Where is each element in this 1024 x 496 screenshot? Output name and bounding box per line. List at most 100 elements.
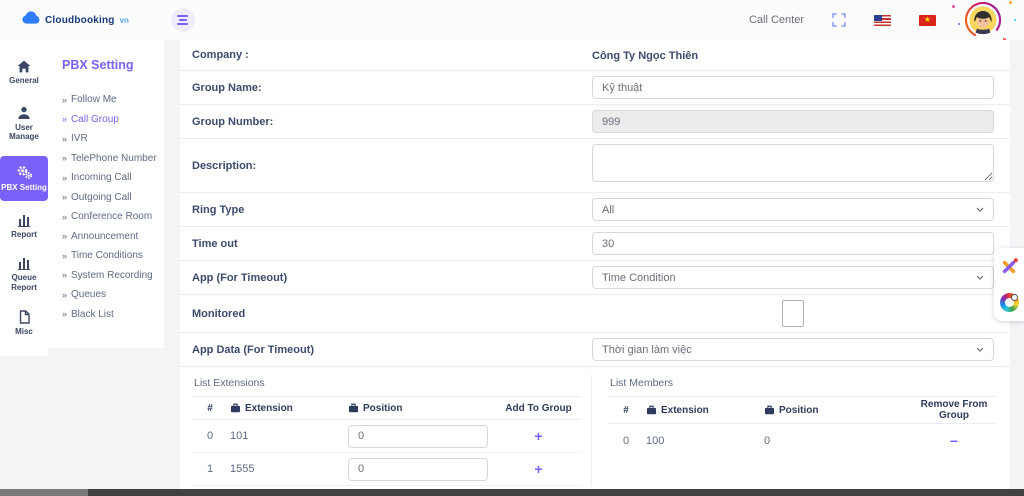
call-group-form: Company : Công Ty Ngọc Thiên Group Name:… [180,40,1010,490]
members-header-row: # Extension Position Remove From Group [608,396,996,424]
us-flag-icon[interactable] [874,15,891,26]
submenu-item-telephone-number[interactable]: »TelePhone Number [62,149,158,169]
app-data-timeout-row: App Data (For Timeout) Thời gian làm việ… [180,333,1010,367]
group-number-label: Group Number: [192,116,592,128]
rail-item-label: PBX Setting [1,183,47,193]
topbar: Cloudbooking vn Call Center ★ [0,0,1024,40]
ext-number: 101 [228,428,346,444]
avatar[interactable] [964,1,1002,39]
rail-item-misc[interactable]: Misc [0,304,48,343]
chevron-down-icon [976,275,984,280]
brand-logo[interactable]: Cloudbooking vn [22,11,129,29]
brand-suffix: vn [120,16,129,25]
rail-item-label: Queue Report [1,273,47,292]
ext-index: 1 [192,461,228,477]
briefcase-icon [764,405,775,415]
list-members-table: List Members # Extension Position Remove… [608,375,996,486]
submenu-item-time-conditions[interactable]: »Time Conditions [62,246,158,266]
brand-name: Cloudbooking [45,15,115,26]
submenu-item-ivr[interactable]: »IVR [62,129,158,149]
briefcase-icon [348,403,359,413]
submenu-item-call-group[interactable]: »Call Group [62,110,158,130]
briefcase-icon [230,403,241,413]
ring-type-select[interactable]: All [592,198,994,221]
monitored-label: Monitored [192,308,592,320]
ext-number: 1555 [228,461,346,477]
home-icon [17,60,31,73]
description-textarea[interactable] [592,144,994,182]
submenu-item-system-recording[interactable]: »System Recording [62,266,158,286]
extension-row: 0 101 + [192,420,581,453]
submenu-title: PBX Setting [62,58,158,72]
group-name-label: Group Name: [192,82,592,94]
add-to-group-button[interactable]: + [534,462,542,476]
ext-index: 0 [192,428,228,444]
time-out-label: Time out [192,238,592,250]
ring-type-label: Ring Type [192,204,592,216]
tools-icon[interactable] [999,257,1019,277]
rail-item-queue-report[interactable]: Queue Report [0,252,48,298]
monitored-checkbox[interactable] [782,300,804,327]
submenu-item-announcement[interactable]: »Announcement [62,227,158,247]
col-index: # [192,401,228,416]
rail-item-general[interactable]: General [0,54,48,92]
col-remove-from-group: Remove From Group [912,397,996,423]
time-out-input[interactable] [592,232,994,255]
vn-flag-icon[interactable]: ★ [919,15,936,26]
time-out-row: Time out [180,227,1010,261]
col-add-to-group: Add To Group [496,401,581,416]
remove-from-group-button[interactable]: − [950,434,958,448]
description-row: Description: [180,139,1010,193]
app-timeout-select[interactable]: Time Condition [592,266,994,289]
submenu-item-queues[interactable]: »Queues [62,285,158,305]
user-icon [17,106,31,120]
bar-chart-icon [18,215,31,227]
submenu-item-follow-me[interactable]: »Follow Me [62,90,158,110]
color-wheel-icon[interactable] [1000,293,1019,312]
floating-tools-panel [994,248,1024,321]
briefcase-icon [646,405,657,415]
list-extensions-title: List Extensions [192,375,581,396]
rail-item-user-manage[interactable]: User Manage [0,100,48,148]
app-data-timeout-label: App Data (For Timeout) [192,344,592,356]
company-value: Công Ty Ngọc Thiên [592,50,698,62]
rail-item-pbx-setting[interactable]: PBX Setting [0,156,48,202]
gears-icon [16,165,33,180]
chevron-down-icon [976,347,984,352]
extensions-header-row: # Extension Position Add To Group [192,396,581,420]
bar-chart-icon [18,258,31,270]
list-extensions-table: List Extensions # Extension Position Add… [192,375,592,486]
col-position: Position [762,403,912,418]
ring-type-row: Ring Type All [180,193,1010,227]
ext-position-input[interactable] [348,425,488,448]
submenu-item-incoming-call[interactable]: »Incoming Call [62,168,158,188]
rail-item-report[interactable]: Report [0,209,48,246]
menu-toggle-icon[interactable] [171,8,195,32]
bottom-scrollbar[interactable] [0,489,1024,496]
col-index: # [608,403,644,418]
company-row: Company : Công Ty Ngọc Thiên [180,40,1010,71]
app-data-timeout-select[interactable]: Thời gian làm việc [592,338,994,361]
app-timeout-row: App (For Timeout) Time Condition [180,261,1010,295]
col-position: Position [346,401,496,416]
icon-rail: General User Manage PBX Setting Report Q… [0,40,48,356]
rail-item-label: Misc [15,327,33,337]
submenu-item-black-list[interactable]: »Black List [62,305,158,325]
pbx-submenu: PBX Setting »Follow Me »Call Group »IVR … [48,40,164,348]
app-timeout-label: App (For Timeout) [192,272,592,284]
monitored-row: Monitored [180,295,1010,333]
rail-item-label: User Manage [1,123,47,142]
ext-position-input[interactable] [348,458,488,481]
call-center-label: Call Center [749,14,804,26]
submenu-item-conference-room[interactable]: »Conference Room [62,207,158,227]
submenu-item-outgoing-call[interactable]: »Outgoing Call [62,188,158,208]
group-name-input[interactable] [592,76,994,99]
group-number-row: Group Number: [180,105,1010,139]
member-position: 0 [762,433,912,449]
cloud-logo-icon [22,11,40,29]
member-extension: 100 [644,433,762,449]
member-index: 0 [608,433,644,449]
fullscreen-icon[interactable] [832,13,846,27]
member-row: 0 100 0 − [608,424,996,457]
add-to-group-button[interactable]: + [534,429,542,443]
